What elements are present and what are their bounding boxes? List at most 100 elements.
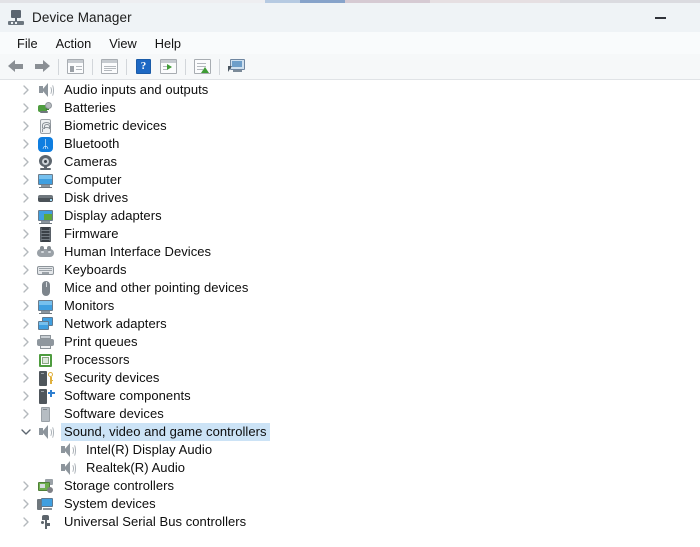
tree-item[interactable]: Software components [0,387,700,405]
device-tree[interactable]: Audio inputs and outputs Batteries Biometr… [0,81,700,547]
toolbar-separator [219,58,220,75]
chevron-right-icon[interactable] [18,499,34,509]
tree-item-label: Print queues [64,334,138,349]
tree-item[interactable]: Disk drives [0,189,700,207]
tree-item-label: Bluetooth [64,136,120,151]
toolbar-separator [185,58,186,75]
tree-item[interactable]: Processors [0,351,700,369]
scan-hardware-icon [194,59,211,74]
show-hide-console-tree-button[interactable] [63,56,88,78]
tree-item-label: Monitors [64,298,115,313]
menu-item-file[interactable]: File [8,34,47,53]
speaker-icon [37,424,54,441]
tree-item[interactable]: Network adapters [0,315,700,333]
tree-item-label: Cameras [64,154,118,169]
chevron-right-icon[interactable] [18,355,34,365]
tree-item-label: Realtek(R) Audio [86,460,186,475]
console-tree-icon [67,59,84,74]
chevron-right-icon[interactable] [18,229,34,239]
chevron-right-icon[interactable] [18,211,34,221]
toolbar-separator [58,58,59,75]
help-button[interactable]: ? [131,56,156,78]
chevron-right-icon[interactable] [18,193,34,203]
update-driver-button[interactable] [156,56,181,78]
minimize-button[interactable] [642,11,678,25]
tree-item[interactable]: Print queues [0,333,700,351]
tree-item[interactable]: Batteries [0,99,700,117]
menu-item-action[interactable]: Action [47,34,101,53]
chevron-right-icon[interactable] [18,481,34,491]
bluetooth-icon: ᛦ [37,136,54,153]
chevron-right-icon[interactable] [18,157,34,167]
display-device-icon [227,59,246,74]
forward-arrow-icon [33,60,50,73]
tree-item-label: Firmware [64,226,119,241]
tree-item[interactable]: Computer [0,171,700,189]
back-button[interactable] [4,56,29,78]
tree-item[interactable]: Universal Serial Bus controllers [0,513,700,531]
chevron-right-icon[interactable] [18,85,34,95]
keyboard-icon [37,262,54,279]
tree-item[interactable]: System devices [0,495,700,513]
tree-item-label: Mice and other pointing devices [64,280,249,295]
properties-button[interactable] [97,56,122,78]
scan-for-hardware-changes-button[interactable] [190,56,215,78]
tree-item[interactable]: Cameras [0,153,700,171]
chevron-right-icon[interactable] [18,391,34,401]
tree-item[interactable]: Human Interface Devices [0,243,700,261]
tree-item[interactable]: Intel(R) Display Audio [0,441,700,459]
tree-item[interactable]: Software devices [0,405,700,423]
tree-item-label: Intel(R) Display Audio [86,442,213,457]
forward-button[interactable] [29,56,54,78]
tree-item[interactable]: Mice and other pointing devices [0,279,700,297]
chevron-right-icon[interactable] [18,265,34,275]
tree-item[interactable]: Sound, video and game controllers [0,423,700,441]
tree-item[interactable]: Keyboards [0,261,700,279]
tree-item-label: Display adapters [64,208,162,223]
chevron-right-icon[interactable] [18,409,34,419]
chevron-right-icon[interactable] [18,373,34,383]
tree-item-label: Disk drives [64,190,129,205]
tree-item-label: Network adapters [64,316,167,331]
speaker-icon [59,442,76,459]
computer-monitor-icon [37,172,54,189]
chevron-right-icon[interactable] [18,337,34,347]
printer-icon [37,334,54,351]
chevron-right-icon[interactable] [18,319,34,329]
software-component-icon [37,388,55,405]
speaker-icon [59,460,76,477]
tree-item[interactable]: Firmware [0,225,700,243]
tree-item[interactable]: Biometric devices [0,117,700,135]
tree-item-label: Biometric devices [64,118,167,133]
tree-item[interactable]: ᛦ Bluetooth [0,135,700,153]
tree-item[interactable]: Monitors [0,297,700,315]
computer-monitor-icon [37,298,54,315]
menu-item-view[interactable]: View [100,34,146,53]
tree-item[interactable]: Storage controllers [0,477,700,495]
usb-icon [37,514,54,531]
battery-icon [37,100,54,117]
tree-item[interactable]: Security devices [0,369,700,387]
firmware-chip-icon [37,226,54,243]
update-driver-icon [160,59,177,74]
tree-item[interactable]: Audio inputs and outputs [0,81,700,99]
tree-item[interactable]: Realtek(R) Audio [0,459,700,477]
chevron-right-icon[interactable] [18,103,34,113]
menu-item-help[interactable]: Help [146,34,190,53]
tree-item-label: Batteries [64,100,116,115]
chevron-down-icon[interactable] [18,428,34,436]
chevron-right-icon[interactable] [18,283,34,293]
display-device-button[interactable] [224,56,249,78]
chevron-right-icon[interactable] [18,175,34,185]
tree-item[interactable]: Display adapters [0,207,700,225]
chevron-right-icon[interactable] [18,121,34,131]
chevron-right-icon[interactable] [18,139,34,149]
tree-item-label: Universal Serial Bus controllers [64,514,247,529]
tree-item-label: Sound, video and game controllers [61,423,270,441]
tree-item-label: Storage controllers [64,478,175,493]
chevron-right-icon[interactable] [18,301,34,311]
chevron-right-icon[interactable] [18,247,34,257]
chevron-right-icon[interactable] [18,517,34,527]
window-title: Device Manager [32,10,132,25]
camera-icon [37,154,54,171]
